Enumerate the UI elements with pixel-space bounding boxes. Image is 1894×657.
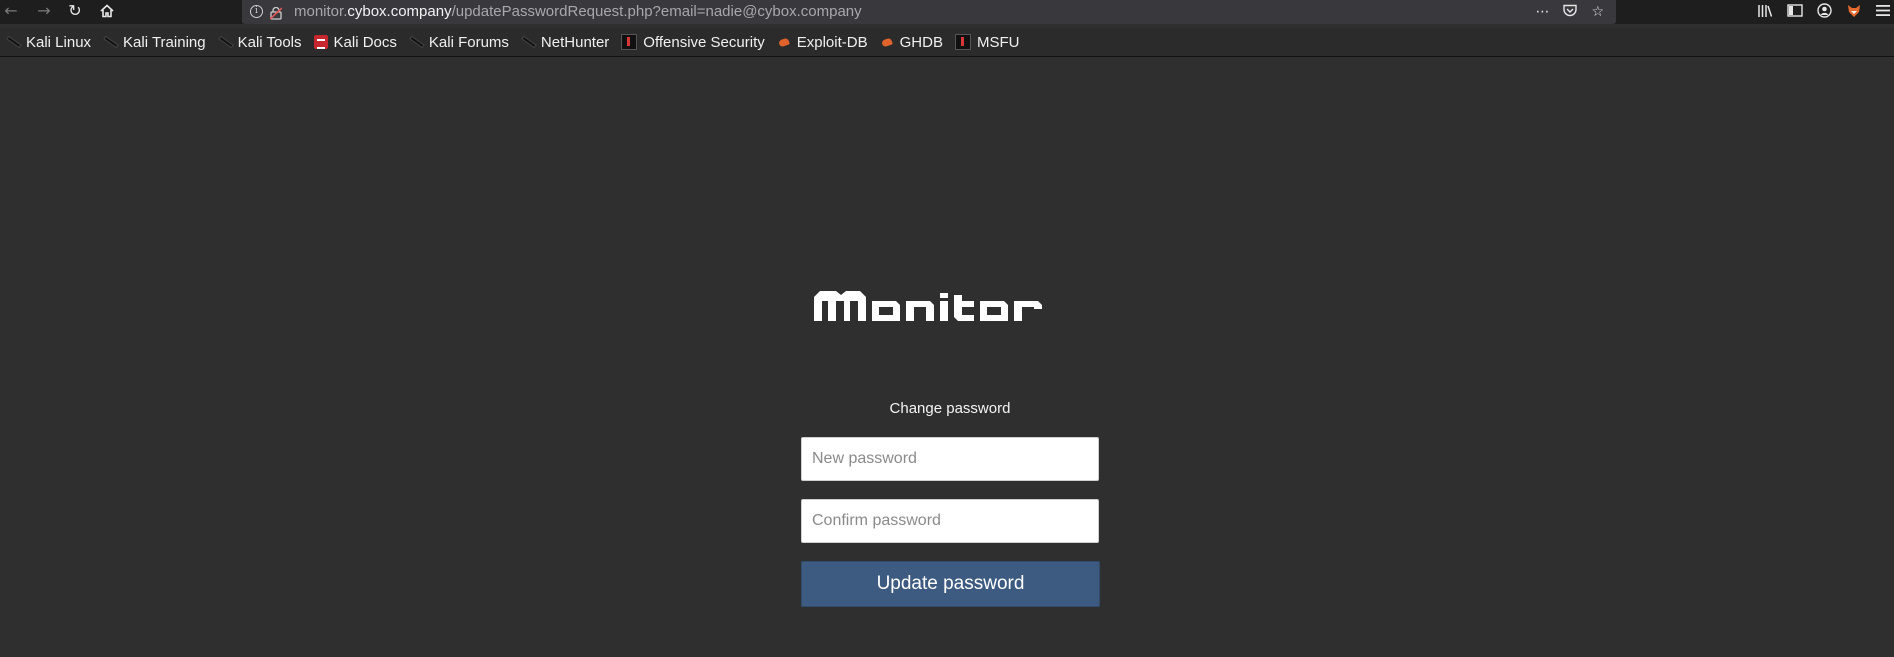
page-info-icon[interactable]: i — [250, 5, 263, 18]
monitor-logo-wordmark — [814, 291, 1042, 321]
bookmark-ghdb[interactable]: GHDB — [880, 34, 943, 51]
url-text[interactable]: monitor.cybox.company/updatePasswordRequ… — [294, 3, 862, 20]
kali-dragon-icon — [521, 35, 535, 49]
back-arrow-icon[interactable]: ← — [0, 0, 22, 22]
bookmark-msfu[interactable]: MSFU — [954, 34, 1019, 51]
exploit-db-icon — [880, 35, 894, 49]
confirm-password-input[interactable] — [801, 499, 1099, 543]
exploit-db-icon — [777, 35, 791, 49]
new-password-input[interactable] — [801, 437, 1099, 481]
offsec-icon — [954, 34, 971, 50]
sidebar-toggle-icon[interactable] — [1787, 4, 1803, 20]
bookmark-star-icon[interactable]: ☆ — [1591, 5, 1604, 19]
kali-dragon-icon — [218, 35, 232, 49]
bookmark-nethunter[interactable]: NetHunter — [521, 34, 609, 51]
pocket-icon[interactable] — [1563, 4, 1578, 20]
extension-fox-icon[interactable] — [1846, 3, 1862, 21]
url-bar[interactable]: i monitor.cybox.company/updatePasswordRe… — [242, 0, 1616, 24]
browser-toolbar: ← → ↻ i monitor.cybox.company/updatePass… — [0, 0, 1894, 24]
update-password-button[interactable]: Update password — [801, 561, 1100, 607]
home-icon[interactable] — [96, 0, 118, 22]
bookmark-kali-tools[interactable]: Kali Tools — [218, 34, 302, 51]
kali-dragon-icon — [6, 35, 20, 49]
account-icon[interactable] — [1817, 3, 1832, 21]
monitor-logo — [814, 291, 1094, 327]
bookmark-kali-docs[interactable]: Kali Docs — [313, 34, 397, 51]
bookmarks-toolbar: Kali Linux Kali Training Kali Tools Kali… — [0, 28, 1894, 57]
hamburger-menu-icon[interactable] — [1876, 4, 1890, 20]
kali-dragon-icon — [409, 35, 423, 49]
bookmark-kali-linux[interactable]: Kali Linux — [6, 34, 91, 51]
bookmark-exploit-db[interactable]: Exploit-DB — [777, 34, 868, 51]
bookmark-kali-training[interactable]: Kali Training — [103, 34, 206, 51]
bookmark-kali-forums[interactable]: Kali Forums — [409, 34, 509, 51]
offsec-icon — [621, 34, 638, 50]
insecure-lock-icon[interactable] — [269, 5, 283, 20]
change-password-heading: Change password — [889, 400, 1011, 417]
kali-docs-icon — [313, 35, 328, 49]
bookmark-offensive-security[interactable]: Offensive Security — [621, 34, 765, 51]
library-icon[interactable] — [1757, 4, 1773, 21]
kali-dragon-icon — [103, 35, 117, 49]
page-actions-menu-icon[interactable]: ⋯ — [1535, 5, 1549, 19]
forward-arrow-icon[interactable]: → — [33, 0, 55, 22]
reload-icon[interactable]: ↻ — [64, 0, 86, 22]
